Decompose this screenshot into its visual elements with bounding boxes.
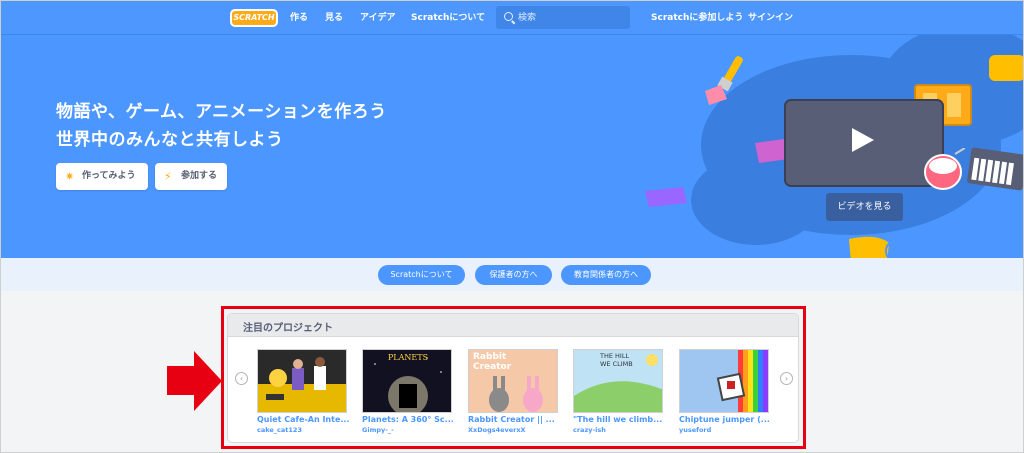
scratch-logo[interactable]: SCRATCH (230, 9, 278, 27)
nav-explore[interactable]: 見る (325, 11, 343, 25)
annotation-arrow-head (194, 351, 222, 411)
about-scratch-link[interactable]: Scratchについて (378, 265, 465, 285)
hero-banner: 物語や、ゲーム、アニメーションを作ろう 世界中のみんなと共有しよう ✷ 作ってみ… (1, 35, 1023, 258)
annotation-arrow-icon (167, 366, 195, 395)
lightning-icon: ⚡ (164, 170, 172, 183)
top-nav: SCRATCH 作る 見る アイデア Scratchについて Scratchに参… (1, 1, 1023, 35)
search-box (496, 6, 630, 29)
search-icon (504, 12, 513, 21)
page: SCRATCH 作る 見る アイデア Scratchについて Scratchに参… (0, 0, 1024, 453)
hero-title-line2: 世界中のみんなと共有しよう (56, 130, 284, 150)
play-icon (852, 128, 874, 152)
nav-about[interactable]: Scratchについて (411, 11, 485, 25)
drum-icon (924, 148, 965, 190)
block-icon (989, 55, 1023, 81)
nav-create[interactable]: 作る (290, 11, 308, 25)
join-button[interactable]: ⚡ 参加する (155, 163, 227, 190)
for-educators-link[interactable]: 教育関係者の方へ (561, 265, 651, 285)
video-player[interactable] (784, 99, 944, 187)
sparkle-icon: ✷ (65, 170, 75, 183)
block-icon (645, 187, 687, 207)
sign-in-link[interactable]: サインイン (748, 11, 793, 25)
nav-ideas[interactable]: アイデア (360, 11, 396, 25)
create-button[interactable]: ✷ 作ってみよう (56, 163, 148, 190)
hero-title-line1: 物語や、ゲーム、アニメーションを作ろう (56, 102, 387, 122)
paintbrush-icon (705, 56, 743, 105)
join-scratch-link[interactable]: Scratchに参加しよう (651, 11, 743, 25)
keyboard-icon (967, 147, 1023, 191)
for-parents-link[interactable]: 保護者の方へ (475, 265, 552, 285)
create-button-label: 作ってみよう (82, 171, 136, 181)
join-button-label: 参加する (181, 171, 218, 181)
annotation-highlight-box (221, 306, 806, 449)
search-input[interactable] (518, 9, 622, 26)
hand-pointer-icon (849, 236, 909, 258)
links-bar: Scratchについて 保護者の方へ 教育関係者の方へ (1, 258, 1023, 291)
watch-video-button[interactable]: ビデオを見る (826, 193, 903, 221)
